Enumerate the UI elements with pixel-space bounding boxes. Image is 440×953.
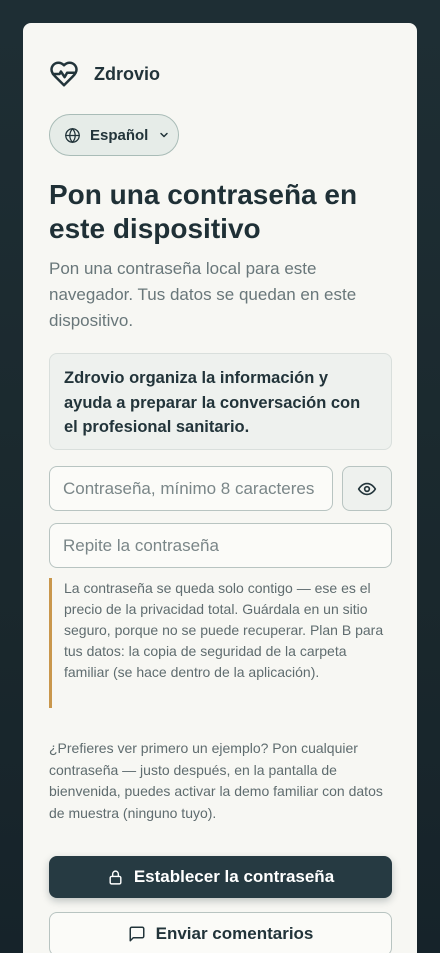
send-feedback-label: Enviar comentarios — [155, 924, 314, 943]
message-square-icon — [129, 926, 145, 942]
privacy-note-text: La contraseña se queda solo contigo — es… — [64, 580, 384, 680]
set-password-button[interactable]: Establecer la contraseña — [49, 856, 392, 898]
privacy-note: La contraseña se queda solo contigo — es… — [49, 578, 394, 708]
chevron-down-icon — [160, 132, 169, 138]
brand: Zdrovio — [49, 59, 160, 89]
language-label: Español — [90, 126, 149, 144]
info-text: Zdrovio organiza la información y ayuda … — [64, 369, 361, 436]
page-title: Pon una contraseña en este dispositivo — [49, 179, 358, 244]
app-name: Zdrovio — [94, 63, 160, 84]
eye-icon — [357, 482, 377, 495]
setup-card: Zdrovio Español Pon una contraseña en es… — [23, 23, 417, 953]
page-subtitle: Pon una contraseña local para este naveg… — [49, 259, 357, 330]
set-password-label: Establecer la contraseña — [133, 867, 335, 886]
lock-icon — [109, 869, 122, 885]
globe-icon — [65, 127, 80, 143]
language-selector[interactable]: Español — [49, 114, 179, 156]
demo-hint: ¿Prefieres ver primero un ejemplo? Pon c… — [49, 740, 383, 821]
info-box: Zdrovio organiza la información y ayuda … — [49, 353, 392, 450]
send-feedback-button[interactable]: Enviar comentarios — [49, 912, 392, 953]
heart-pulse-icon — [50, 61, 78, 87]
password-input[interactable] — [49, 466, 333, 511]
toggle-password-visibility-button[interactable] — [342, 466, 392, 511]
repeat-password-input[interactable] — [49, 523, 392, 568]
